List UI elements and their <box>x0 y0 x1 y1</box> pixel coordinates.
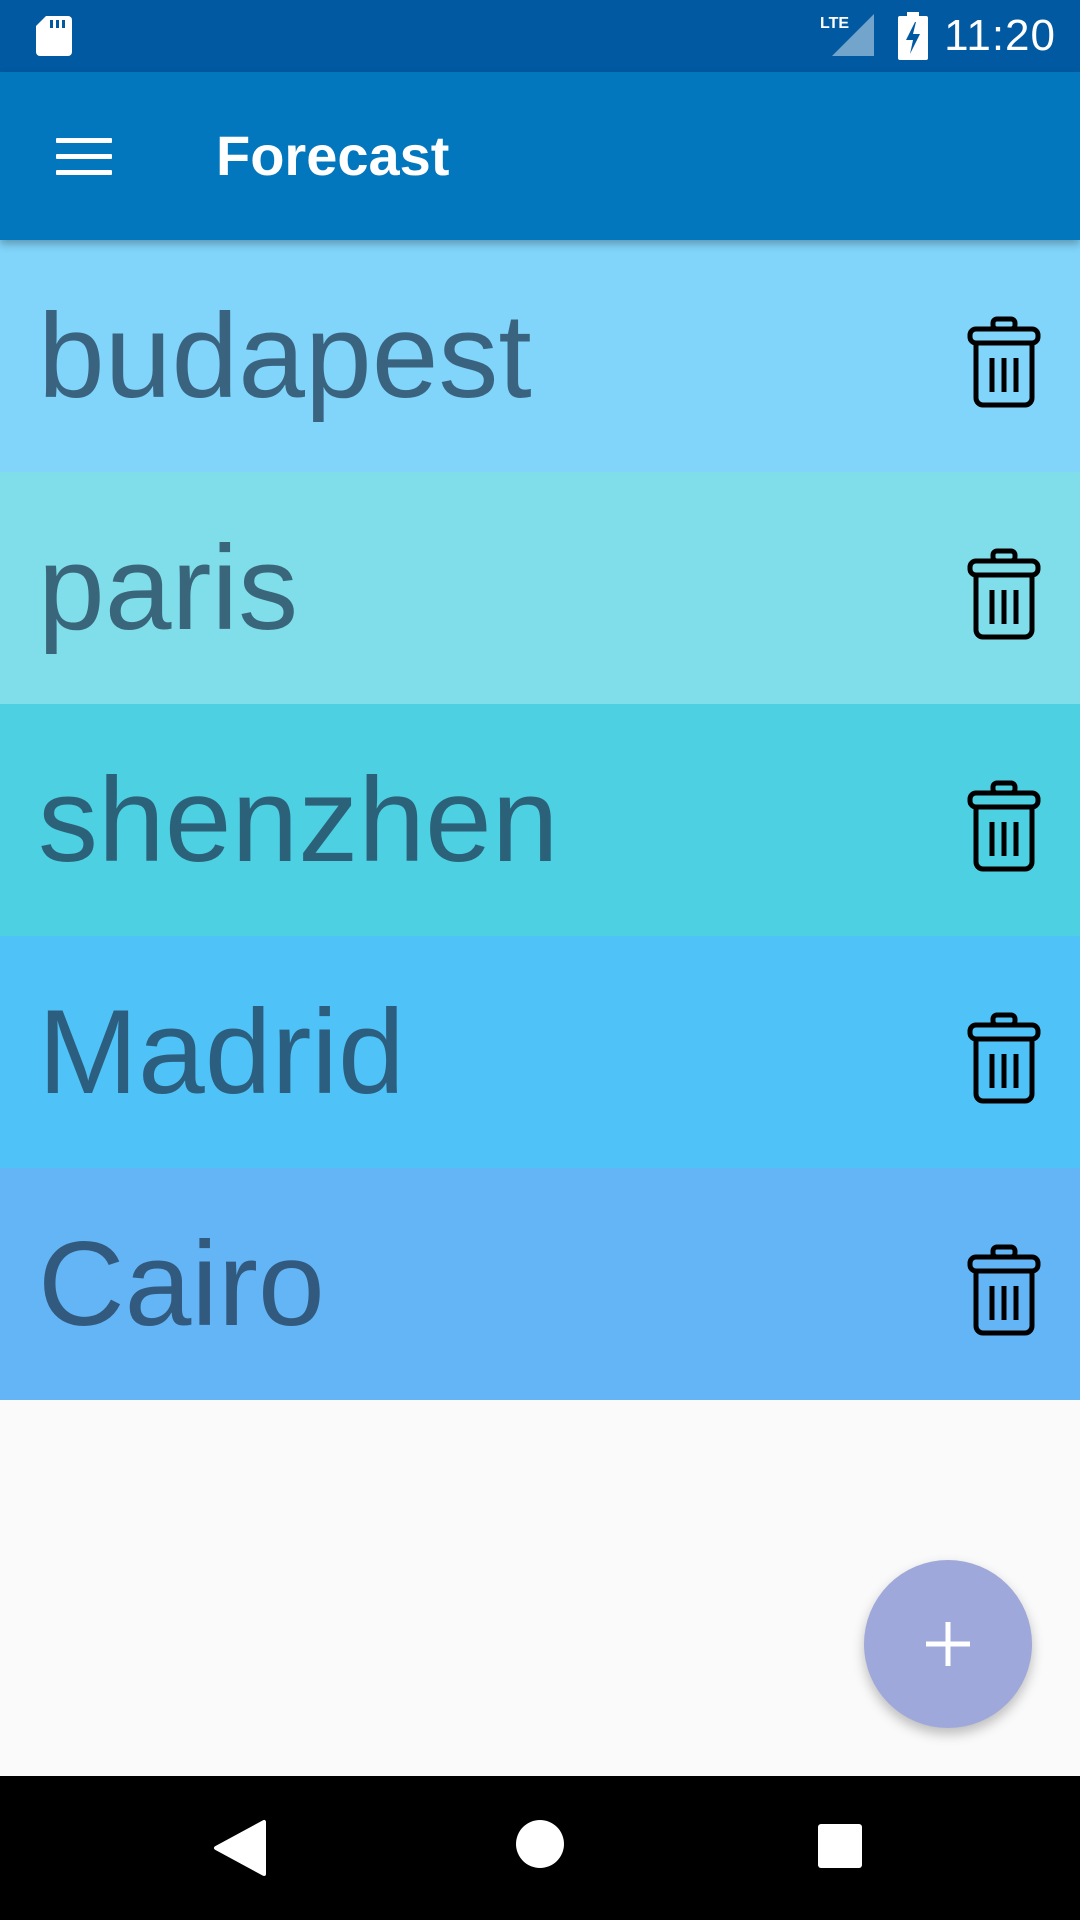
lte-label: LTE <box>820 15 849 32</box>
city-row-shenzhen[interactable]: shenzhen <box>0 704 1080 936</box>
trash-icon <box>967 1012 1041 1104</box>
trash-icon <box>967 548 1041 640</box>
city-name: Madrid <box>38 985 405 1119</box>
trash-icon <box>967 316 1041 408</box>
menu-bar-line <box>56 137 112 143</box>
delete-city-button[interactable] <box>956 776 1052 876</box>
sd-card-icon <box>36 16 72 56</box>
recents-icon[interactable] <box>818 1824 862 1868</box>
trash-icon <box>967 1244 1041 1336</box>
delete-city-button[interactable] <box>956 1240 1052 1340</box>
add-city-button[interactable] <box>864 1560 1032 1728</box>
menu-bar-line <box>56 153 112 159</box>
city-row-madrid[interactable]: Madrid <box>0 936 1080 1168</box>
menu-bar-line <box>56 169 112 175</box>
city-name: budapest <box>38 289 532 423</box>
status-bar: LTE 11:20 <box>0 0 1080 72</box>
status-clock: 11:20 <box>944 11 1056 60</box>
home-icon[interactable] <box>516 1820 564 1868</box>
lte-signal-icon: LTE <box>820 14 874 56</box>
plus-icon <box>926 1622 970 1666</box>
delete-city-button[interactable] <box>956 312 1052 412</box>
city-row-cairo[interactable]: Cairo <box>0 1168 1080 1400</box>
delete-city-button[interactable] <box>956 544 1052 644</box>
delete-city-button[interactable] <box>956 1008 1052 1108</box>
trash-icon <box>967 780 1041 872</box>
app-bar: Forecast <box>0 72 1080 240</box>
battery-charging-icon <box>898 12 928 60</box>
city-list: budapest paris shenzhen Madrid Cairo <box>0 240 1080 1400</box>
navigation-bar <box>0 1776 1080 1920</box>
city-name: paris <box>38 521 299 655</box>
app-title: Forecast <box>216 124 450 187</box>
city-row-budapest[interactable]: budapest <box>0 240 1080 472</box>
hamburger-menu-icon[interactable] <box>40 116 128 196</box>
city-name: shenzhen <box>38 753 559 887</box>
city-name: Cairo <box>38 1217 325 1351</box>
screen: LTE 11:20 Forecast budapest paris shenzh… <box>0 0 1080 1920</box>
back-icon[interactable] <box>212 1818 268 1878</box>
city-row-paris[interactable]: paris <box>0 472 1080 704</box>
